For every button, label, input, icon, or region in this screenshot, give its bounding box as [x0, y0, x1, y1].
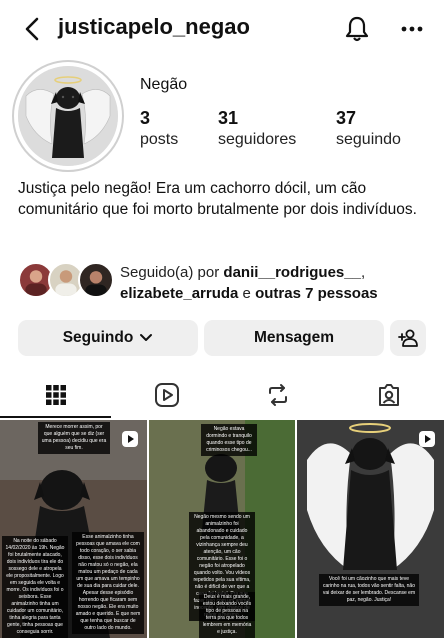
stat-following-value: 37: [336, 108, 357, 128]
tab-tagged[interactable]: [333, 372, 444, 418]
tab-grid[interactable]: [0, 372, 111, 418]
stat-followers-label: seguidores: [218, 131, 297, 148]
profile-display-name: Negão: [140, 76, 188, 93]
post-thumbnail[interactable]: Você foi um cãozinho que mais teve carin…: [297, 420, 444, 638]
grid-icon: [45, 385, 66, 405]
reel-badge-icon: [122, 431, 138, 447]
profile-tabs: [0, 372, 444, 418]
followed-by-middle: e: [238, 285, 256, 302]
avatar: [78, 262, 114, 298]
post-caption-right: Esse animalzinho tinha pessoas que amava…: [72, 532, 144, 634]
stat-following-label: seguindo: [336, 131, 401, 148]
followed-by-prefix: Seguido(a) por: [120, 264, 224, 281]
post-caption-bottom: Deus é mais grande, estou deixando vocês…: [199, 592, 255, 638]
profile-username: justicapelo_negao: [58, 14, 250, 39]
followed-by-separator: ,: [360, 264, 366, 281]
bell-icon[interactable]: [342, 14, 372, 44]
active-tab-indicator: [0, 416, 111, 418]
reposts-icon: [268, 384, 287, 406]
dog-with-wings-image: [18, 66, 118, 166]
tagged-icon: [378, 384, 399, 406]
stat-posts[interactable]: 3 posts: [140, 108, 178, 149]
followed-by-avatars[interactable]: [18, 262, 114, 300]
add-person-icon: [398, 329, 418, 347]
followed-by-user-2[interactable]: elizabete_arruda: [120, 285, 238, 302]
reels-icon: [154, 383, 179, 407]
followed-by-others[interactable]: outras 7 pessoas: [255, 285, 378, 302]
stat-followers[interactable]: 31 seguidores: [218, 108, 296, 149]
stat-posts-value: 3: [140, 108, 151, 128]
reel-badge-icon: [419, 431, 435, 447]
message-button[interactable]: Mensagem: [204, 320, 384, 356]
stat-following[interactable]: 37 seguindo: [336, 108, 401, 149]
tab-reposts[interactable]: [222, 372, 333, 418]
back-arrow-icon[interactable]: [18, 14, 46, 44]
profile-avatar[interactable]: [18, 66, 118, 166]
tab-reels[interactable]: [111, 372, 222, 418]
message-button-label: Mensagem: [253, 329, 335, 346]
following-button[interactable]: Seguindo: [18, 320, 198, 356]
stat-posts-label: posts: [140, 131, 179, 148]
post-caption-top: Merece morrer assim, por que alguém que …: [38, 422, 110, 454]
top-bar: justicapelo_negao: [0, 0, 444, 58]
post-thumbnail[interactable]: Negão estava dormindo e tranquilo quando…: [149, 420, 295, 638]
followed-by-text[interactable]: Seguido(a) por danii__rodrigues__, eliza…: [120, 262, 430, 304]
suggest-people-button[interactable]: [390, 320, 426, 356]
posts-grid: Merece morrer assim, por que alguém que …: [0, 420, 444, 638]
profile-bio: Justiça pelo negão! Era um cachorro dóci…: [18, 180, 417, 218]
post-caption-top: Negão estava dormindo e tranquilo quando…: [201, 424, 257, 456]
following-button-label: Seguindo: [62, 329, 134, 346]
post-thumbnail[interactable]: Merece morrer assim, por que alguém que …: [0, 420, 147, 638]
followed-by-user-1[interactable]: danii__rodrigues__: [223, 264, 361, 281]
chevron-down-icon: [140, 334, 153, 341]
stat-followers-value: 31: [218, 108, 239, 128]
more-options-icon[interactable]: [398, 18, 428, 40]
post-caption-bottom: Você foi um cãozinho que mais teve carin…: [319, 574, 419, 606]
post-caption-left: Na noite do sábado 14/02/2020 às 19h. Ne…: [2, 536, 68, 638]
